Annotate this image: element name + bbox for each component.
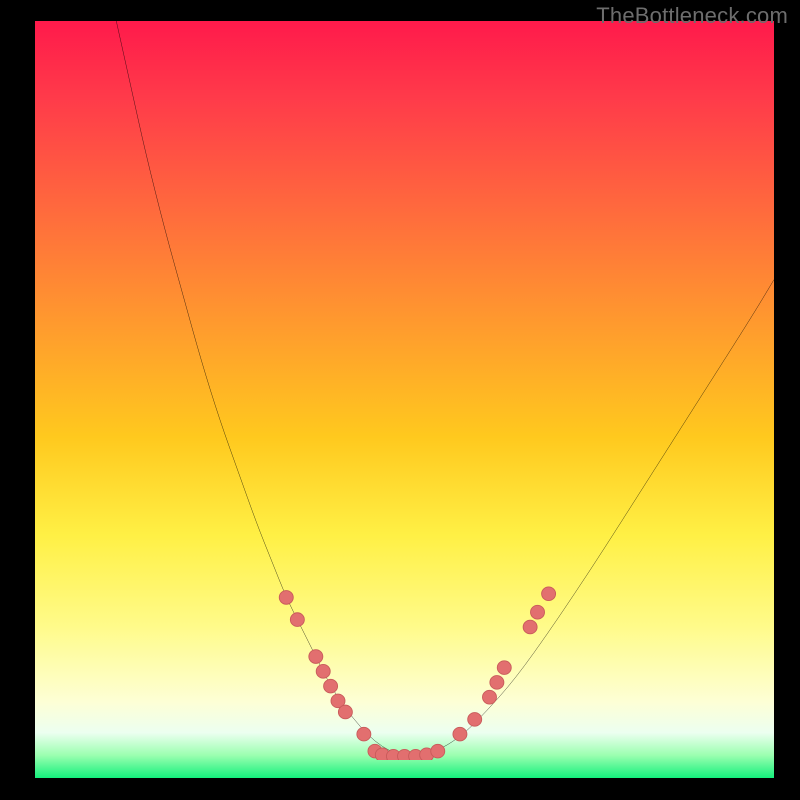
sample-dot: [357, 727, 371, 741]
sample-dot: [309, 650, 323, 664]
sample-dot: [338, 705, 352, 719]
sample-dot: [453, 727, 467, 741]
sample-dot: [542, 587, 556, 601]
sample-dot: [523, 620, 537, 634]
sample-dot: [316, 664, 330, 678]
sample-dot: [490, 676, 504, 690]
sample-dot: [290, 613, 304, 627]
sample-dot: [431, 744, 445, 758]
plot-area: [35, 21, 774, 778]
dots-layer: [35, 21, 774, 760]
sample-dot: [324, 679, 338, 693]
sample-dot: [279, 591, 293, 605]
sample-dot: [531, 605, 545, 619]
chart-stage: TheBottleneck.com: [0, 0, 800, 800]
sample-dot: [482, 690, 496, 704]
sample-dot: [468, 713, 482, 727]
sample-dot: [497, 661, 511, 675]
watermark-text: TheBottleneck.com: [596, 3, 788, 29]
sample-dots: [279, 587, 555, 760]
